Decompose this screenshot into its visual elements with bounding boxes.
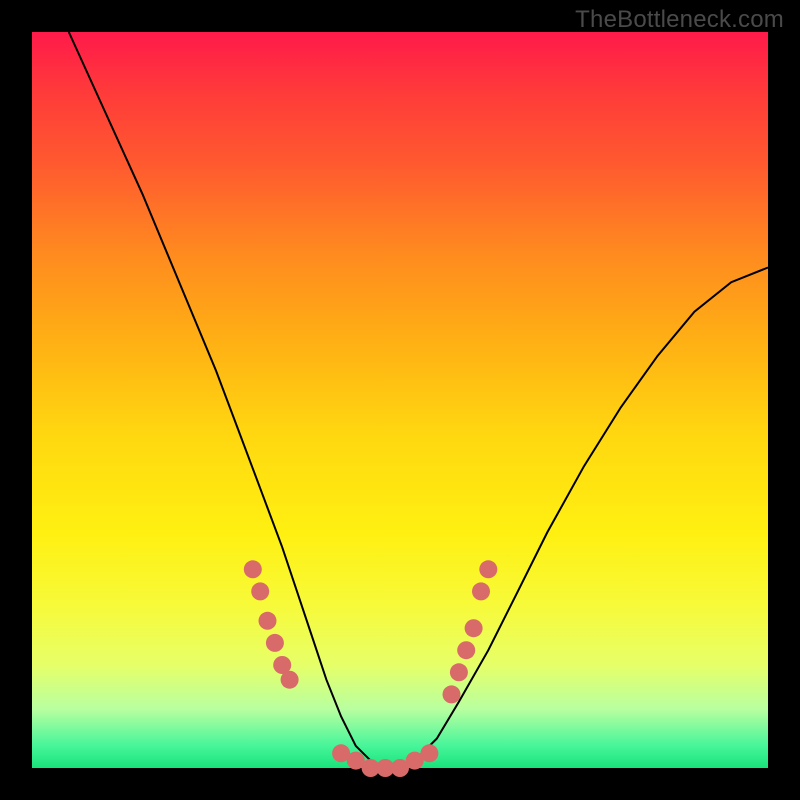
- watermark-text: TheBottleneck.com: [575, 6, 784, 34]
- bottleneck-curve: [69, 32, 768, 768]
- chart-svg: [32, 32, 768, 768]
- chart-frame: TheBottleneck.com: [0, 0, 800, 800]
- data-point: [266, 634, 284, 652]
- data-point: [244, 560, 262, 578]
- data-point: [472, 582, 490, 600]
- data-markers: [244, 560, 497, 777]
- data-point: [259, 612, 277, 630]
- data-point: [281, 671, 299, 689]
- data-point: [465, 619, 483, 637]
- data-point: [450, 663, 468, 681]
- data-point: [420, 744, 438, 762]
- data-point: [479, 560, 497, 578]
- data-point: [443, 685, 461, 703]
- plot-area: [32, 32, 768, 768]
- data-point: [457, 641, 475, 659]
- data-point: [251, 582, 269, 600]
